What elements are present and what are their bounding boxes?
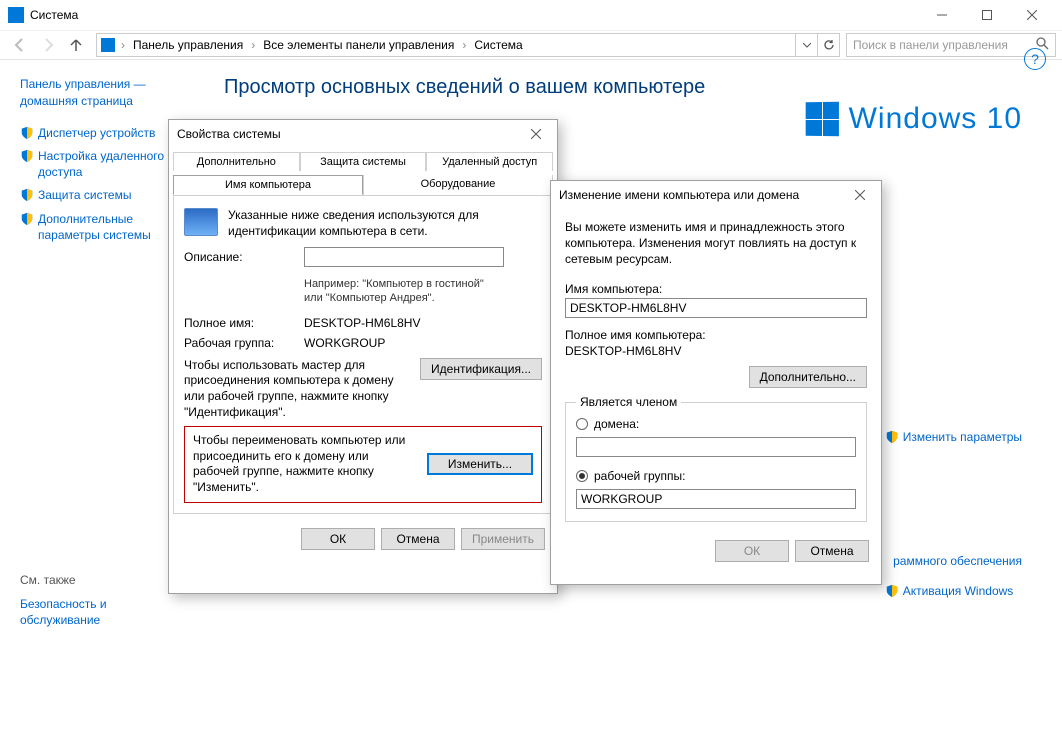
radio-workgroup-label: рабочей группы: — [594, 469, 685, 483]
up-button[interactable] — [62, 31, 90, 59]
minimize-button[interactable] — [919, 0, 964, 30]
tab-extra[interactable]: Дополнительно — [173, 152, 300, 171]
system-properties-dialog: Свойства системы Дополнительно Защита си… — [168, 119, 558, 594]
rename-text: Чтобы переименовать компьютер или присое… — [193, 433, 417, 495]
app-icon — [8, 7, 24, 23]
sidebar-link-label: Настройка удаленного доступа — [38, 149, 174, 180]
computer-name-input[interactable] — [565, 298, 867, 318]
activate-label: Активация Windows — [903, 584, 1014, 598]
see-also-label: См. также — [20, 573, 174, 587]
crumb-0[interactable]: Панель управления — [127, 38, 249, 52]
change-params-label: Изменить параметры — [903, 430, 1022, 444]
search-placeholder: Поиск в панели управления — [853, 38, 1008, 52]
location-icon — [101, 38, 115, 52]
shield-icon — [20, 126, 34, 140]
more-button[interactable]: Дополнительно... — [749, 366, 867, 388]
partial-text: раммного обеспечения — [893, 554, 1022, 568]
maximize-button[interactable] — [964, 0, 1009, 30]
sidebar-link-remote[interactable]: Настройка удаленного доступа — [20, 149, 174, 180]
shield-icon — [885, 430, 899, 444]
fullname-label: Полное имя компьютера: — [565, 328, 867, 342]
workgroup-value: WORKGROUP — [304, 336, 385, 350]
fullname-value: DESKTOP-HM6L8HV — [565, 344, 867, 358]
workgroup-label: Рабочая группа: — [184, 336, 294, 350]
cancel-button[interactable]: Отмена — [795, 540, 869, 562]
example-text: Например: "Компьютер в гостиной" или "Ко… — [304, 277, 504, 306]
apply-button[interactable]: Применить — [461, 528, 545, 550]
description-label: Описание: — [184, 250, 294, 264]
radio-icon — [576, 418, 588, 430]
chevron-right-icon[interactable]: › — [249, 38, 257, 52]
crumb-2[interactable]: Система — [468, 38, 528, 52]
tab-remote[interactable]: Удаленный доступ — [426, 152, 553, 171]
radio-workgroup[interactable]: рабочей группы: — [576, 469, 856, 483]
shield-icon — [20, 212, 34, 226]
sidebar-link-advanced[interactable]: Дополнительные параметры системы — [20, 212, 174, 243]
forward-button[interactable] — [34, 31, 62, 59]
change-button[interactable]: Изменить... — [427, 453, 533, 475]
close-button[interactable] — [1009, 0, 1054, 30]
sidebar-header[interactable]: Панель управления — домашняя страница — [20, 76, 174, 110]
shield-icon — [885, 584, 899, 598]
sidebar-link-protection[interactable]: Защита системы — [20, 188, 174, 204]
workgroup-input[interactable] — [576, 489, 856, 509]
sidebar-link-label: Дополнительные параметры системы — [38, 212, 174, 243]
member-legend: Является членом — [576, 395, 681, 409]
sidebar-link-label: Диспетчер устройств — [38, 126, 155, 142]
ok-button[interactable]: ОК — [715, 540, 789, 562]
dialog-title: Свойства системы — [177, 127, 281, 141]
close-icon[interactable] — [847, 184, 873, 206]
radio-domain-label: домена: — [594, 417, 639, 431]
shield-icon — [20, 149, 34, 163]
description-input[interactable] — [304, 247, 504, 267]
ok-button[interactable]: ОК — [301, 528, 375, 550]
address-dropdown[interactable] — [795, 34, 817, 56]
back-button[interactable] — [6, 31, 34, 59]
tab-protect[interactable]: Защита системы — [300, 152, 427, 171]
dialog-title: Изменение имени компьютера или домена — [559, 188, 799, 202]
page-title: Просмотр основных сведений о вашем компь… — [224, 76, 1042, 99]
address-bar[interactable]: › Панель управления › Все элементы панел… — [96, 33, 840, 57]
rename-dialog: Изменение имени компьютера или домена Вы… — [550, 180, 882, 585]
sidebar-link-security[interactable]: Безопасность и обслуживание — [20, 597, 174, 628]
fullname-value: DESKTOP-HM6L8HV — [304, 316, 420, 330]
sidebar-link-label: Защита системы — [38, 188, 131, 204]
windows-logo: Windows 10 — [805, 102, 1022, 136]
activate-link[interactable]: Активация Windows — [885, 584, 1022, 598]
computer-icon — [184, 208, 218, 236]
fullname-label: Полное имя: — [184, 316, 294, 330]
domain-input — [576, 437, 856, 457]
intro-text: Указанные ниже сведения используются для… — [228, 208, 542, 239]
wizard-text: Чтобы использовать мастер для присоедине… — [184, 358, 410, 420]
refresh-button[interactable] — [817, 34, 839, 56]
close-icon[interactable] — [523, 123, 549, 145]
tab-computer-name[interactable]: Имя компьютера — [173, 175, 363, 195]
crumb-1[interactable]: Все элементы панели управления — [257, 38, 460, 52]
sidebar-link-device-manager[interactable]: Диспетчер устройств — [20, 126, 174, 142]
cancel-button[interactable]: Отмена — [381, 528, 455, 550]
window-title: Система — [30, 8, 78, 22]
windows-logo-icon — [805, 102, 838, 137]
identify-button[interactable]: Идентификация... — [420, 358, 542, 380]
chevron-right-icon[interactable]: › — [119, 38, 127, 52]
tab-hardware[interactable]: Оборудование — [363, 175, 553, 195]
radio-icon — [576, 470, 588, 482]
intro-text: Вы можете изменить имя и принадлежность … — [565, 219, 867, 268]
shield-icon — [20, 188, 34, 202]
radio-domain[interactable]: домена: — [576, 417, 856, 431]
name-label: Имя компьютера: — [565, 282, 867, 296]
windows-logo-text: Windows 10 — [849, 102, 1022, 136]
chevron-right-icon[interactable]: › — [460, 38, 468, 52]
change-params-link[interactable]: Изменить параметры — [885, 430, 1022, 444]
